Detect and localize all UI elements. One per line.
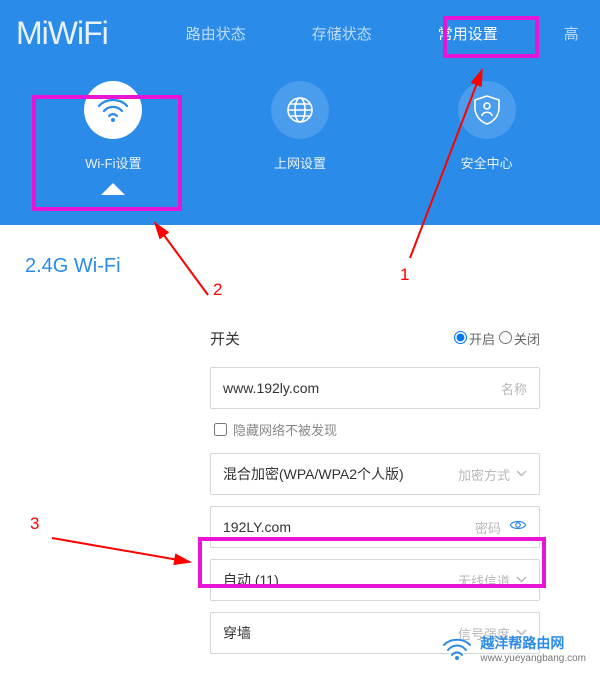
radio-off-label[interactable]: 关闭 [499,329,540,348]
logo: MiWiFi [16,15,108,52]
password-input[interactable] [223,519,467,535]
chevron-down-icon [516,574,527,586]
strength-value[interactable] [223,625,450,641]
hide-network-checkbox[interactable] [214,423,227,436]
switch-radio-group: 开启 关闭 [454,329,540,348]
tab-wifi-label: Wi-Fi设置 [85,153,141,172]
globe-icon [271,81,329,139]
eye-icon[interactable] [501,518,527,536]
watermark: 越洋帮路由网 www.yueyangbang.com [442,633,586,664]
header: MiWiFi 路由状态 存储状态 常用设置 高 Wi-Fi设置 上网设置 安全中… [0,0,600,225]
content: 2.4G Wi-Fi 开关 开启 关闭 名称 隐藏网络不被发现 加密方式 [0,225,600,654]
encryption-field[interactable]: 加密方式 [210,453,540,495]
encryption-label: 加密方式 [458,465,510,484]
hide-network-row[interactable]: 隐藏网络不被发现 [210,420,540,439]
settings-tabs: Wi-Fi设置 上网设置 安全中心 [0,66,600,194]
switch-row: 开关 开启 关闭 [210,328,540,349]
tab-security-center[interactable]: 安全中心 [417,81,557,194]
radio-off[interactable] [499,331,512,344]
nav-items: 路由状态 存储状态 常用设置 高 [178,17,587,50]
chevron-down-icon [516,468,527,480]
top-nav: MiWiFi 路由状态 存储状态 常用设置 高 [0,0,600,66]
channel-field[interactable]: 无线信道 [210,559,540,601]
name-field[interactable]: 名称 [210,367,540,409]
name-label: 名称 [501,379,527,398]
nav-common-settings[interactable]: 常用设置 [430,17,506,50]
wifi-icon [84,81,142,139]
annotation-number-2: 2 [213,280,222,300]
password-field[interactable]: 密码 [210,506,540,548]
watermark-cn: 越洋帮路由网 [480,633,586,653]
tab-security-label: 安全中心 [461,153,513,172]
nav-router-status[interactable]: 路由状态 [178,17,254,50]
nav-advanced[interactable]: 高 [556,17,587,50]
shield-icon [458,81,516,139]
watermark-en: www.yueyangbang.com [480,653,586,664]
radio-on[interactable] [454,331,467,344]
switch-label: 开关 [210,328,240,349]
annotation-number-3: 3 [30,514,39,534]
channel-value[interactable] [223,572,450,588]
watermark-icon [442,637,472,661]
nav-storage-status[interactable]: 存储状态 [304,17,380,50]
name-input[interactable] [223,380,493,396]
tab-internet-label: 上网设置 [274,153,326,172]
section-title: 2.4G Wi-Fi [25,255,570,278]
tab-internet-settings[interactable]: 上网设置 [230,81,370,194]
annotation-number-1: 1 [400,265,409,285]
radio-on-label[interactable]: 开启 [454,329,495,348]
encryption-value[interactable] [223,466,450,482]
password-label: 密码 [475,518,501,537]
hide-network-label: 隐藏网络不被发现 [233,420,337,439]
channel-label: 无线信道 [458,571,510,590]
tab-wifi-settings[interactable]: Wi-Fi设置 [43,81,183,194]
wifi-form: 开关 开启 关闭 名称 隐藏网络不被发现 加密方式 密码 [210,328,540,654]
